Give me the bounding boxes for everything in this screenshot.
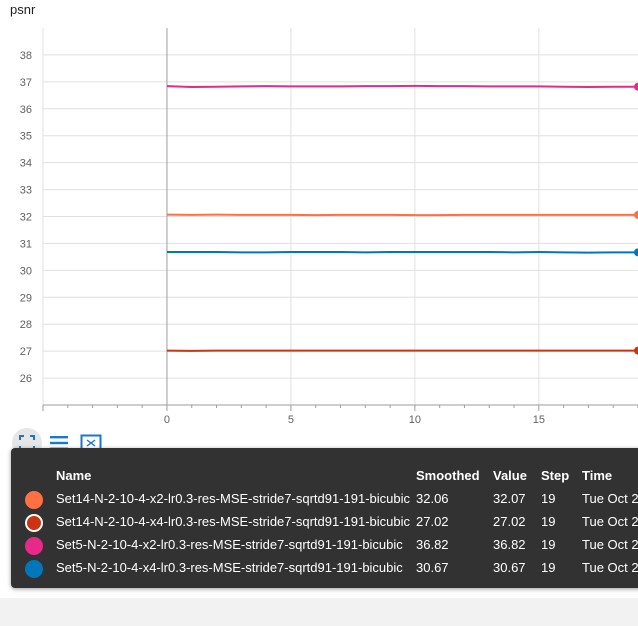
series-swatch [25,491,43,509]
tooltip-header-row: Name Smoothed Value Step Time [11,468,638,488]
row-name: Set5-N-2-10-4-x2-lr0.3-res-MSE-stride7-s… [56,537,403,552]
y-tick-label: 35 [20,131,32,143]
x-tick-label: 0 [164,414,170,426]
row-value: 32.07 [493,491,526,506]
series-line [166,84,638,88]
y-tick-label: 26 [20,373,32,385]
y-tick-label: 38 [20,50,32,62]
tooltip-row: Set5-N-2-10-4-x2-lr0.3-res-MSE-stride7-s… [11,537,638,557]
row-smoothed: 27.02 [416,514,449,529]
row-smoothed: 36.82 [416,537,449,552]
row-time: Tue Oct 27 [582,537,638,552]
row-name: Set14-N-2-10-4-x2-lr0.3-res-MSE-stride7-… [56,491,411,506]
row-value: 30.67 [493,560,526,575]
x-tick-label: 10 [409,414,421,426]
row-value: 27.02 [493,514,526,529]
y-tick-label: 29 [20,292,32,304]
header-smoothed: Smoothed [416,468,480,483]
header-value: Value [493,468,527,483]
series-end-point [634,346,638,355]
tooltip-row: Set14-N-2-10-4-x4-lr0.3-res-MSE-stride7-… [11,514,638,534]
series-lines[interactable] [166,82,638,355]
y-tick-label: 36 [20,104,32,116]
series-end-point [634,82,638,91]
y-tick-label: 33 [20,185,32,197]
row-value: 36.82 [493,537,526,552]
header-time: Time [582,468,613,483]
row-name: Set5-N-2-10-4-x4-lr0.3-res-MSE-stride7-s… [56,560,403,575]
row-time: Tue Oct 27 [582,560,638,575]
series-line [166,213,638,217]
row-smoothed: 32.06 [416,491,449,506]
y-tick-label: 34 [20,158,32,170]
tooltip-row: Set14-N-2-10-4-x2-lr0.3-res-MSE-stride7-… [11,491,638,511]
series-end-point [634,248,638,257]
row-smoothed: 30.67 [416,560,449,575]
header-name: Name [56,468,92,483]
y-tick-label: 27 [20,346,32,358]
row-name: Set14-N-2-10-4-x4-lr0.3-res-MSE-stride7-… [56,514,411,529]
row-step: 19 [541,491,556,506]
series-swatch [25,560,43,578]
header-step: Step [541,468,570,483]
series-swatch [25,514,43,532]
tooltip-row: Set5-N-2-10-4-x4-lr0.3-res-MSE-stride7-s… [11,560,638,580]
y-tick-label: 37 [20,77,32,89]
row-step: 19 [541,537,556,552]
row-time: Tue Oct 27 [582,514,638,529]
y-tick-label: 32 [20,212,32,224]
line-chart[interactable]: 26 27 28 29 30 31 32 33 34 35 36 37 38 0 5 10 15 [0,0,638,430]
x-tick-label: 15 [533,414,545,426]
legend-tooltip: Name Smoothed Value Step Time Set14-N-2-… [11,448,638,588]
y-tick-label: 30 [20,265,32,277]
row-time: Tue Oct 27 [582,491,638,506]
series-swatch [25,537,43,555]
y-tick-label: 28 [20,319,32,331]
y-tick-label: 31 [20,238,32,250]
series-end-point [634,210,638,219]
series-line [166,251,638,254]
row-step: 19 [541,514,556,529]
grid-lines [42,28,638,405]
row-step: 19 [541,560,556,575]
card-footer [0,598,638,626]
axes: 26 27 28 29 30 31 32 33 34 35 36 37 38 0 5 10 15 [20,50,638,426]
x-tick-label: 5 [288,414,294,426]
